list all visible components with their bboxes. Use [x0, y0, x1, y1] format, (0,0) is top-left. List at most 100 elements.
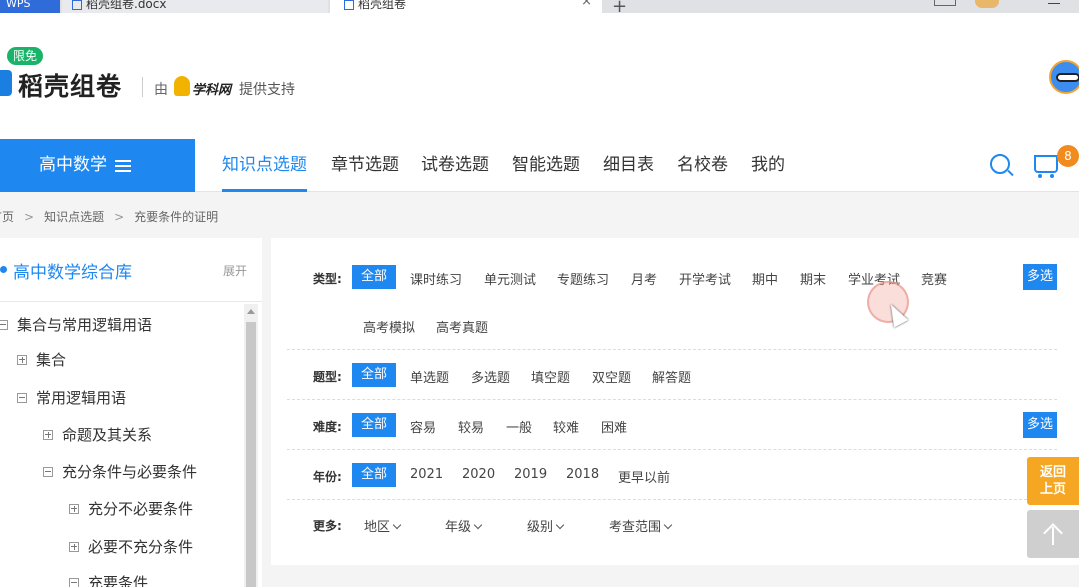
tree-label: 必要不充分条件 [88, 538, 194, 556]
browser-avatar[interactable] [975, 0, 999, 8]
tree-item[interactable]: 充要条件 [69, 572, 148, 587]
nav-chapter[interactable]: 章节选题 [331, 139, 399, 192]
user-avatar[interactable] [1049, 60, 1079, 94]
tree-item[interactable]: 常用逻辑用语 [17, 387, 126, 408]
chevron-down-icon [392, 520, 402, 530]
type-option[interactable]: 月考 [631, 269, 657, 288]
year-label: 年份: [313, 470, 342, 484]
type-option[interactable]: 课时练习 [410, 269, 462, 288]
year-option[interactable]: 更早以前 [618, 467, 670, 486]
region-dropdown[interactable]: 地区 [364, 516, 402, 535]
breadcrumb-knowledge[interactable]: 知识点选题 [44, 210, 104, 224]
page-icon [344, 0, 354, 10]
question-type-option[interactable]: 单选题 [410, 367, 449, 386]
collapse-icon[interactable] [17, 393, 27, 403]
difficulty-option[interactable]: 较易 [458, 417, 484, 436]
tree-item[interactable]: 集合 [17, 349, 66, 370]
close-tab-icon[interactable]: × [581, 0, 592, 8]
expand-icon[interactable] [69, 542, 79, 552]
sidebar-header: 高中数学综合库 展开 [0, 238, 262, 302]
difficulty-option[interactable]: 较难 [553, 417, 579, 436]
new-tab-button[interactable]: + [612, 0, 627, 13]
grade-dropdown[interactable]: 年级 [445, 516, 483, 535]
tree-item[interactable]: 必要不充分条件 [69, 536, 193, 557]
collapse-icon[interactable] [43, 467, 53, 477]
year-option[interactable]: 2020 [462, 467, 495, 482]
type-option[interactable]: 全部 [352, 265, 397, 289]
nav-smart[interactable]: 智能选题 [512, 139, 580, 192]
tab-wps[interactable]: WPS [0, 0, 60, 13]
partner-logo-icon [174, 76, 190, 96]
type-option[interactable]: 开学考试 [679, 269, 731, 288]
back-to-top-button[interactable] [1027, 510, 1079, 558]
dropdown-label: 级别 [527, 520, 554, 535]
cart-icon[interactable] [1034, 155, 1058, 178]
type-option[interactable]: 高考真题 [436, 317, 488, 336]
tab-docx-label: 稻壳组卷.docx [86, 0, 167, 11]
expand-icon[interactable] [17, 355, 27, 365]
question-type-option[interactable]: 双空题 [592, 367, 631, 386]
question-type-option[interactable]: 全部 [352, 363, 397, 387]
dropdown-label: 年级 [445, 520, 472, 535]
nav-knowledge[interactable]: 知识点选题 [222, 139, 307, 192]
tree-item[interactable]: 充分条件与必要条件 [43, 461, 197, 482]
collapse-icon[interactable] [0, 320, 8, 330]
subject-selector[interactable]: 高中数学 [0, 139, 195, 192]
breadcrumb-home[interactable]: 首页 [0, 210, 14, 224]
sidebar-title[interactable]: 高中数学综合库 [13, 258, 132, 283]
nav-paper[interactable]: 试卷选题 [421, 139, 489, 192]
collapse-icon[interactable] [69, 578, 79, 587]
type-multi-select-button[interactable]: 多选 [1023, 264, 1057, 290]
breadcrumb: 首页 > 知识点选题 > 充要条件的证明 [0, 208, 228, 225]
minimize-icon[interactable] [1048, 0, 1060, 4]
back-button[interactable]: 返回 上页 [1027, 457, 1079, 505]
year-option[interactable]: 2018 [566, 467, 599, 482]
expand-button[interactable]: 展开 [223, 262, 247, 279]
subject-label: 高中数学 [39, 155, 107, 175]
site-logo-text[interactable]: 稻壳组卷 [18, 67, 122, 103]
search-icon[interactable] [990, 154, 1010, 174]
expand-icon[interactable] [43, 430, 53, 440]
nav-mine[interactable]: 我的 [751, 139, 785, 192]
question-type-option[interactable]: 解答题 [652, 367, 691, 386]
type-option[interactable]: 期中 [752, 269, 778, 288]
tree-item[interactable]: 充分不必要条件 [69, 498, 193, 519]
type-option[interactable]: 单元测试 [484, 269, 536, 288]
logo-mark-icon [0, 70, 12, 96]
scrollbar-thumb[interactable] [246, 322, 256, 587]
tree-item[interactable]: 命题及其关系 [43, 424, 152, 445]
question-type-option[interactable]: 多选题 [471, 367, 510, 386]
window-icon[interactable] [934, 0, 956, 6]
divider [287, 349, 1057, 350]
menu-icon [115, 160, 131, 172]
chevron-down-icon [555, 520, 565, 530]
difficulty-option[interactable]: 一般 [506, 417, 532, 436]
question-type-option[interactable]: 填空题 [531, 367, 570, 386]
type-option[interactable]: 竞赛 [921, 269, 947, 288]
cart-count-badge: 8 [1057, 145, 1079, 167]
free-badge: 限免 [7, 47, 43, 65]
main-nav: 高中数学 知识点选题 章节选题 试卷选题 智能选题 细目表 名校卷 我的 8 [0, 139, 1079, 192]
sidebar-scrollbar[interactable] [244, 304, 258, 587]
tab-docx[interactable]: 稻壳组卷.docx [62, 0, 328, 13]
scroll-up-icon[interactable] [247, 309, 255, 314]
tab-active[interactable]: 稻壳组卷 × [330, 0, 602, 13]
type-option[interactable]: 专题练习 [557, 269, 609, 288]
expand-icon[interactable] [69, 504, 79, 514]
difficulty-label: 难度: [313, 420, 342, 434]
nav-detail-table[interactable]: 细目表 [603, 139, 654, 192]
difficulty-option[interactable]: 困难 [601, 417, 627, 436]
type-option[interactable]: 期末 [800, 269, 826, 288]
tree-item[interactable]: 集合与常用逻辑用语 [0, 314, 152, 335]
difficulty-option[interactable]: 容易 [410, 417, 436, 436]
difficulty-option[interactable]: 全部 [352, 413, 397, 437]
scope-dropdown[interactable]: 考查范围 [609, 516, 673, 535]
year-option[interactable]: 2021 [410, 467, 443, 482]
nav-famous-school[interactable]: 名校卷 [677, 139, 728, 192]
difficulty-multi-select-button[interactable]: 多选 [1023, 412, 1057, 438]
year-option[interactable]: 全部 [352, 463, 397, 487]
tree-label: 充要条件 [88, 574, 149, 587]
level-dropdown[interactable]: 级别 [527, 516, 565, 535]
type-option[interactable]: 高考模拟 [363, 317, 415, 336]
year-option[interactable]: 2019 [514, 467, 547, 482]
